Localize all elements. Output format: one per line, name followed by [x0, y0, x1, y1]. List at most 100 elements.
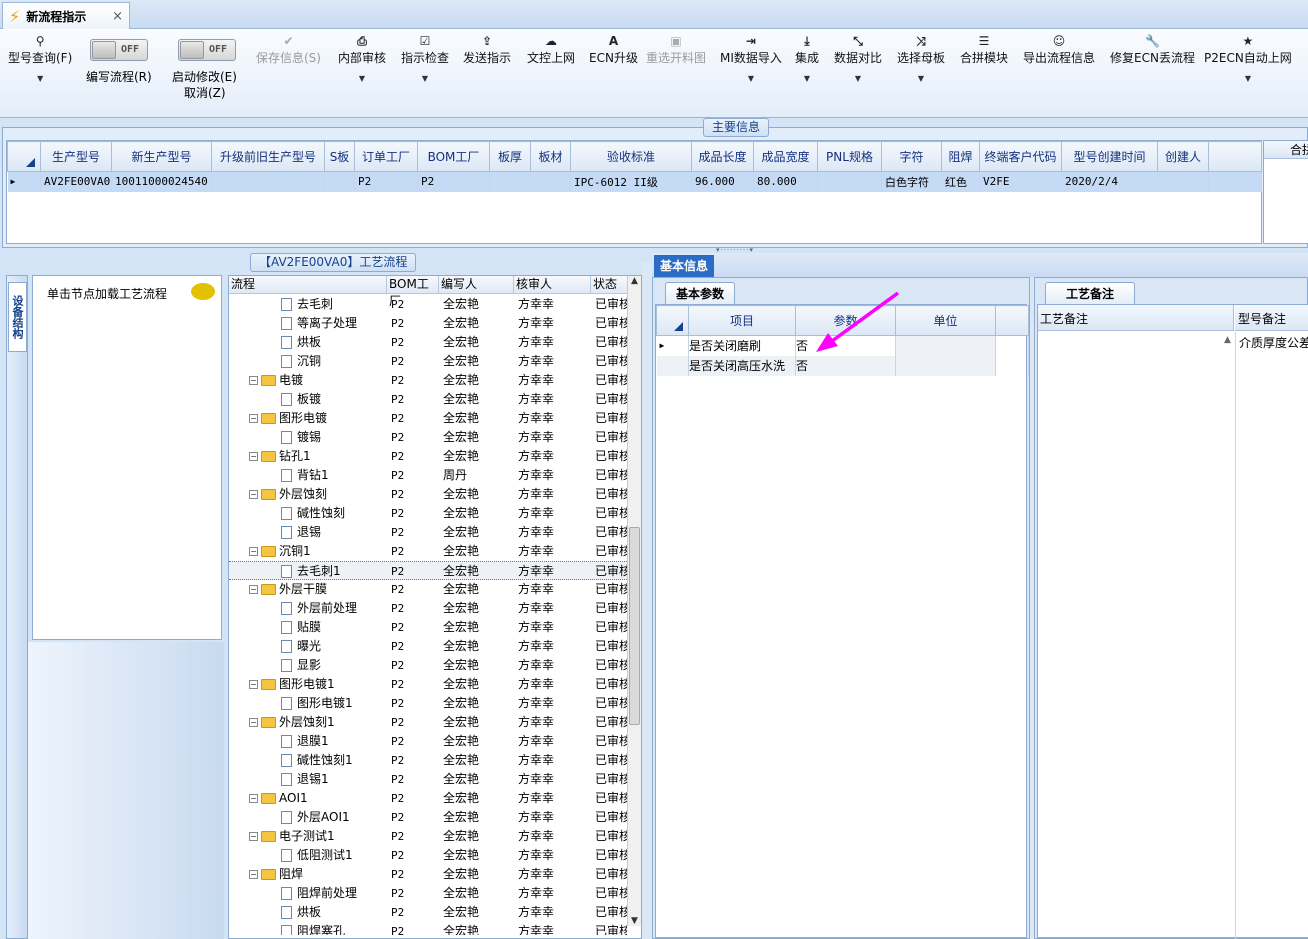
tree-row[interactable]: 退膜1 P2 全宏艳 方幸幸 已审核: [229, 732, 627, 751]
collapse-icon[interactable]: −: [249, 585, 258, 594]
tab-process-remark[interactable]: 工艺备注: [1045, 282, 1135, 304]
tree-row[interactable]: − 外层蚀刻 P2 全宏艳 方幸幸 已审核: [229, 485, 627, 504]
reselect-cutting-button[interactable]: ▣ 重选开料图: [646, 33, 706, 66]
model-query-button[interactable]: ⚲ 型号查询(F) ▼: [8, 33, 72, 83]
cell[interactable]: 白色字符: [881, 171, 942, 192]
cell[interactable]: P2: [417, 171, 490, 192]
col-header[interactable]: 板厚: [489, 141, 531, 172]
tree-node[interactable]: 阻焊前处理: [281, 884, 357, 903]
tab-new-flow[interactable]: ⚡ 新流程指示 ×: [2, 2, 130, 29]
export-flow-button[interactable]: ☺ 导出流程信息: [1023, 33, 1095, 66]
tree-node[interactable]: − 阻焊: [249, 865, 303, 884]
tree-node[interactable]: 去毛刺: [281, 295, 333, 314]
col-header[interactable]: 板材: [530, 141, 571, 172]
cell[interactable]: P2: [354, 171, 418, 192]
repair-ecn-button[interactable]: 🔧 修复ECN丢流程: [1110, 33, 1195, 66]
tree-row[interactable]: 退锡1 P2 全宏艳 方幸幸 已审核: [229, 770, 627, 789]
flow-splitter[interactable]: [642, 262, 652, 939]
collapse-icon[interactable]: −: [249, 376, 258, 385]
tree-row[interactable]: 碱性蚀刻1 P2 全宏艳 方幸幸 已审核: [229, 751, 627, 770]
tree-row[interactable]: 去毛刺 P2 全宏艳 方幸幸 已审核: [229, 295, 627, 314]
tree-row[interactable]: 退锡 P2 全宏艳 方幸幸 已审核: [229, 523, 627, 542]
data-compare-button[interactable]: ⤡ 数据对比 ▼: [834, 33, 882, 83]
tree-node[interactable]: 烘板: [281, 333, 321, 352]
tree-node[interactable]: − 外层蚀刻1: [249, 713, 335, 732]
tree-row[interactable]: 阻焊塞孔 P2 全宏艳 方幸幸 已审核: [229, 922, 627, 935]
tree-node[interactable]: 碱性蚀刻: [281, 504, 345, 523]
tree-row[interactable]: 碱性蚀刻 P2 全宏艳 方幸幸 已审核: [229, 504, 627, 523]
cell[interactable]: [1157, 171, 1209, 192]
cell[interactable]: AV2FE00VA0: [40, 171, 112, 192]
tree-node[interactable]: − 图形电镀: [249, 409, 327, 428]
tab-basic-info[interactable]: 基本信息: [654, 255, 715, 277]
tree-row[interactable]: 沉铜 P2 全宏艳 方幸幸 已审核: [229, 352, 627, 371]
tree-row[interactable]: 背钻1 P2 周丹 方幸幸 已审核: [229, 466, 627, 485]
save-info-button[interactable]: ✔ 保存信息(S): [256, 33, 321, 66]
tree-row[interactable]: − 图形电镀1 P2 全宏艳 方幸幸 已审核: [229, 675, 627, 694]
col-header[interactable]: 生产型号: [40, 141, 112, 172]
tree-node[interactable]: 板镀: [281, 390, 321, 409]
col-header[interactable]: 字符: [881, 141, 942, 172]
tree-row[interactable]: 等离子处理 P2 全宏艳 方幸幸 已审核: [229, 314, 627, 333]
tree-row[interactable]: − 电镀 P2 全宏艳 方幸幸 已审核: [229, 371, 627, 390]
tree-node[interactable]: 外层前处理: [281, 599, 357, 618]
p2ecn-auto-upload-button[interactable]: ★ P2ECN自动上网 ▼: [1204, 33, 1292, 83]
tree-node[interactable]: − 沉铜1: [249, 542, 311, 561]
tree-row[interactable]: − 图形电镀 P2 全宏艳 方幸幸 已审核: [229, 409, 627, 428]
mi-import-button[interactable]: ⇥ MI数据导入 ▼: [720, 33, 782, 83]
tree-node[interactable]: 去毛刺1: [281, 562, 341, 581]
tree-row[interactable]: 烘板 P2 全宏艳 方幸幸 已审核: [229, 333, 627, 352]
collapse-icon[interactable]: −: [249, 832, 258, 841]
tree-col-header[interactable]: 流程: [229, 276, 387, 294]
col-model-remark[interactable]: 型号备注: [1235, 305, 1308, 331]
collapse-icon[interactable]: −: [249, 452, 258, 461]
tree-row[interactable]: 板镀 P2 全宏艳 方幸幸 已审核: [229, 390, 627, 409]
col-header[interactable]: PNL规格: [817, 141, 882, 172]
tree-node[interactable]: − 外层干膜: [249, 580, 327, 599]
edit-flow-toggle[interactable]: OFF: [90, 39, 148, 61]
tree-node[interactable]: 背钻1: [281, 466, 329, 485]
tree-node[interactable]: 镀锡: [281, 428, 321, 447]
tab-device-structure[interactable]: 设备结构: [8, 282, 27, 352]
tree-node[interactable]: 贴膜: [281, 618, 321, 637]
col-header[interactable]: 型号创建时间: [1061, 141, 1158, 172]
tree-col-header[interactable]: BOM工厂: [387, 276, 439, 308]
tree-row[interactable]: 曝光 P2 全宏艳 方幸幸 已审核: [229, 637, 627, 656]
param-row[interactable]: 是否关闭高压水洗 否: [656, 355, 1029, 376]
col-header[interactable]: 升级前旧生产型号: [211, 141, 325, 172]
col-header[interactable]: 验收标准: [570, 141, 692, 172]
tree-node[interactable]: − 钻孔1: [249, 447, 311, 466]
cell[interactable]: 10011000024540: [111, 171, 212, 192]
tree-node[interactable]: − 电镀: [249, 371, 303, 390]
cell[interactable]: [817, 171, 882, 192]
tree-row[interactable]: 镀锡 P2 全宏艳 方幸幸 已审核: [229, 428, 627, 447]
tree-node[interactable]: − 外层蚀刻: [249, 485, 327, 504]
cell[interactable]: [324, 171, 355, 192]
tree-node[interactable]: 显影: [281, 656, 321, 675]
tree-node[interactable]: 等离子处理: [281, 314, 357, 333]
tree-row[interactable]: − 电子测试1 P2 全宏艳 方幸幸 已审核: [229, 827, 627, 846]
instruction-check-button[interactable]: ☑ 指示检查 ▼: [401, 33, 449, 83]
cancel-label[interactable]: 取消(Z): [184, 84, 226, 101]
cell[interactable]: 红色: [941, 171, 980, 192]
model-remark-text[interactable]: 介质厚度公差: [1235, 332, 1308, 939]
param-value[interactable]: 否: [795, 355, 896, 376]
internal-review-button[interactable]: ⎙ 内部审核 ▼: [338, 33, 386, 83]
col-header[interactable]: 阻焊: [941, 141, 980, 172]
tree-row[interactable]: 阻焊前处理 P2 全宏艳 方幸幸 已审核: [229, 884, 627, 903]
collapse-icon[interactable]: −: [249, 680, 258, 689]
collapse-icon[interactable]: −: [249, 794, 258, 803]
integrate-button[interactable]: ⤓ 集成 ▼: [795, 33, 819, 83]
cell[interactable]: 2020/2/4: [1061, 171, 1158, 192]
col-unit[interactable]: 单位: [895, 305, 996, 336]
cell[interactable]: V2FE: [979, 171, 1062, 192]
collapse-icon[interactable]: −: [249, 718, 258, 727]
col-header[interactable]: 创建人: [1157, 141, 1209, 172]
tree-row[interactable]: 去毛刺1 P2 全宏艳 方幸幸 已审核: [229, 561, 627, 580]
scroll-down-icon[interactable]: ▼: [628, 916, 641, 926]
tree-row[interactable]: 图形电镀1 P2 全宏艳 方幸幸 已审核: [229, 694, 627, 713]
merge-module-button[interactable]: ☰ 合拼模块: [960, 33, 1008, 66]
tree-row[interactable]: − 外层蚀刻1 P2 全宏艳 方幸幸 已审核: [229, 713, 627, 732]
tree-row[interactable]: 外层AOI1 P2 全宏艳 方幸幸 已审核: [229, 808, 627, 827]
tree-node[interactable]: 外层AOI1: [281, 808, 350, 827]
